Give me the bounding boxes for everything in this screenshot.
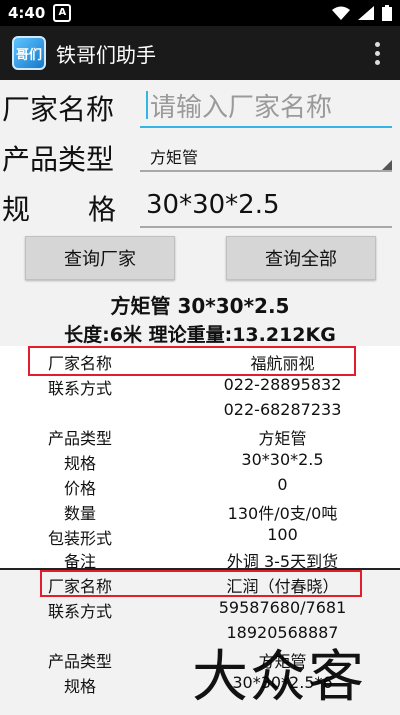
- record-contact-2: 022-68287233: [223, 400, 342, 419]
- record-contact-label: 联系方式: [47, 602, 112, 621]
- dropdown-arrow-icon: [382, 160, 392, 170]
- battery-icon: [382, 5, 392, 21]
- query-vendor-button[interactable]: 查询厂家: [25, 236, 175, 280]
- summary-title: 方矩管 30*30*2.5: [110, 294, 290, 318]
- signal-icon: [358, 6, 374, 20]
- type-label: 产品类型: [2, 143, 115, 176]
- record-type: 方矩管: [258, 429, 307, 448]
- record-vendor: 汇润（付春晓）: [226, 577, 339, 596]
- text-cursor: [146, 91, 148, 119]
- record-contact-1: 59587680/7681: [218, 598, 347, 617]
- vendor-label: 厂家名称: [2, 93, 115, 126]
- status-time: 4:40: [8, 4, 46, 22]
- type-selected-value: 方矩管: [150, 148, 199, 167]
- spec-input[interactable]: 30*30*2.5: [140, 184, 392, 228]
- record-qty-label: 数量: [63, 504, 96, 523]
- vendor-placeholder: 请输入厂家名称: [150, 92, 333, 123]
- record-spec: 30*30*2.5: [241, 450, 324, 469]
- summary-subtitle: 长度:6米 理论重量:13.212KG: [64, 324, 336, 346]
- watermark-text: 大众客: [192, 645, 366, 710]
- record-qty: 130件/0支/0吨: [227, 504, 338, 523]
- status-bar: 4:40 A: [0, 0, 400, 26]
- record-contact-label: 联系方式: [47, 379, 112, 398]
- wifi-icon: [332, 6, 350, 20]
- record-spec-label: 规格: [63, 677, 96, 696]
- action-bar: 哥们 铁哥们助手: [0, 26, 400, 80]
- record-vendor-label: 厂家名称: [47, 577, 112, 596]
- spec-label-2: 格: [88, 193, 117, 226]
- record-pack-label: 包装形式: [47, 529, 112, 548]
- record-price-label: 价格: [63, 479, 96, 498]
- record-type-label: 产品类型: [47, 429, 112, 448]
- query-all-button[interactable]: 查询全部: [226, 236, 376, 280]
- spec-label-1: 规: [2, 193, 31, 226]
- record-contact-1: 022-28895832: [223, 375, 342, 394]
- search-form: 厂家名称 请输入厂家名称 产品类型 方矩管 规 格 30*30*2.5 查询厂家…: [0, 80, 400, 346]
- vendor-input[interactable]: 请输入厂家名称: [140, 84, 392, 128]
- spec-value: 30*30*2.5: [146, 190, 280, 220]
- status-icons: [332, 5, 392, 21]
- notification-a-icon: A: [53, 4, 72, 22]
- overflow-menu-icon[interactable]: [375, 41, 380, 65]
- record-vendor: 福航丽视: [250, 354, 315, 373]
- record-pack: 100: [267, 525, 298, 544]
- app-title: 铁哥们助手: [56, 42, 156, 67]
- record-vendor-label: 厂家名称: [47, 354, 112, 373]
- record-type-label: 产品类型: [47, 652, 112, 671]
- record-price: 0: [277, 475, 288, 494]
- app-logo-icon: 哥们: [12, 36, 46, 70]
- type-spinner[interactable]: 方矩管: [140, 142, 392, 172]
- record-spec-label: 规格: [63, 454, 96, 473]
